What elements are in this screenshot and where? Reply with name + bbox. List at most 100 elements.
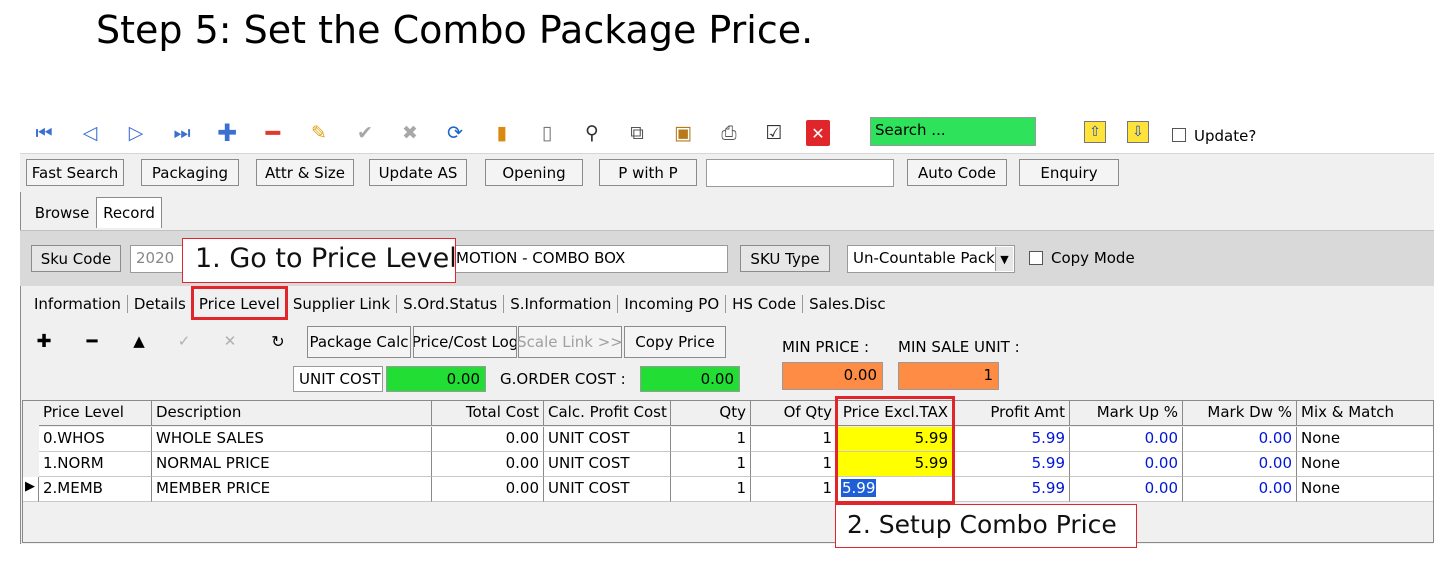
subtab-incoming-po[interactable]: Incoming PO [618,295,727,313]
move-down-icon[interactable]: ⇩ [1127,121,1149,143]
cell-mix-match[interactable]: None [1297,427,1433,452]
refresh-row-icon[interactable]: ↻ [266,328,290,354]
p-with-p-button[interactable]: P with P [599,159,697,186]
post-row-icon[interactable]: ✓ [172,328,196,354]
col-header-mix-match[interactable]: Mix & Match [1297,401,1433,426]
col-header-profit-amt[interactable]: Profit Amt [953,401,1070,426]
move-up-row-icon[interactable]: ▲ [127,328,151,354]
quick-input[interactable] [706,159,894,187]
auto-code-button[interactable]: Auto Code [907,159,1007,186]
cell-mark-dw[interactable]: 0.00 [1183,477,1297,502]
close-window-icon[interactable]: ✕ [806,120,830,146]
cell-total-cost[interactable]: 0.00 [432,452,544,477]
col-header-total-cost[interactable]: Total Cost [432,401,544,426]
cell-description[interactable]: NORMAL PRICE [152,452,432,477]
cell-of-qty[interactable]: 1 [751,477,837,502]
cancel-icon[interactable]: ✖ [398,120,422,146]
find-binoculars-icon[interactable]: ⚲ [580,120,604,146]
tab-browse[interactable]: Browse [28,200,96,226]
col-header-mark-up[interactable]: Mark Up % [1070,401,1183,426]
price-cost-log-button[interactable]: Price/Cost Log [413,326,517,358]
fast-search-button[interactable]: Fast Search [26,159,124,186]
package-calc-button[interactable]: Package Calc [307,326,411,358]
cell-description[interactable]: MEMBER PRICE [152,477,432,502]
col-header-calc-profit-cost[interactable]: Calc. Profit Cost [544,401,671,426]
tab-record[interactable]: Record [96,197,162,228]
cell-profit-amt[interactable]: 5.99 [953,452,1070,477]
cell-qty[interactable]: 1 [671,427,751,452]
col-header-qty[interactable]: Qty [671,401,751,426]
cell-price-level[interactable]: 1.NORM [39,452,152,477]
col-header-mark-dw[interactable]: Mark Dw % [1183,401,1297,426]
cell-calc-profit-cost[interactable]: UNIT COST [544,477,671,502]
add-price-level-icon[interactable]: ✚ [32,328,56,354]
paste-icon[interactable]: ▣ [671,120,695,146]
cell-calc-profit-cost[interactable]: UNIT COST [544,427,671,452]
cell-profit-amt[interactable]: 5.99 [953,477,1070,502]
edit-pencil-icon[interactable]: ✎ [307,120,331,146]
cell-qty[interactable]: 1 [671,452,751,477]
cell-total-cost[interactable]: 0.00 [432,427,544,452]
checklist-icon[interactable]: ☑ [762,120,786,146]
copy-document-icon[interactable]: ▯ [535,120,559,146]
cell-qty[interactable]: 1 [671,477,751,502]
cell-mix-match[interactable]: None [1297,452,1433,477]
opening-button[interactable]: Opening [485,159,583,186]
subtab-s-ord-status[interactable]: S.Ord.Status [397,295,505,313]
cell-mark-up[interactable]: 0.00 [1070,452,1183,477]
update-as-button[interactable]: Update AS [369,159,467,186]
cell-calc-profit-cost[interactable]: UNIT COST [544,452,671,477]
cell-mark-dw[interactable]: 0.00 [1183,452,1297,477]
next-record-icon[interactable]: ▷ [124,120,148,146]
cell-of-qty[interactable]: 1 [751,452,837,477]
cell-mark-up[interactable]: 0.00 [1070,427,1183,452]
delete-icon[interactable]: ━ [261,119,285,147]
subtab-details[interactable]: Details [128,295,193,313]
cell-description[interactable]: WHOLE SALES [152,427,432,452]
cell-price-level[interactable]: 0.WHOS [39,427,152,452]
copy-mode-checkbox[interactable] [1029,251,1043,265]
add-icon[interactable]: ✚ [215,119,239,147]
copy-price-button[interactable]: Copy Price [624,326,726,358]
refresh-icon[interactable]: ⟳ [443,120,467,146]
chevron-down-icon[interactable]: ▼ [995,247,1013,271]
cell-mark-dw[interactable]: 0.00 [1183,427,1297,452]
first-record-icon[interactable]: ⏮ [32,120,56,146]
g-order-cost-field[interactable]: 0.00 [640,366,740,392]
packaging-button[interactable]: Packaging [141,159,239,186]
subtab-sales-disc[interactable]: Sales.Disc [803,295,891,313]
min-price-field[interactable]: 0.00 [782,362,883,390]
attr-size-button[interactable]: Attr & Size [256,159,354,186]
prev-record-icon[interactable]: ◁ [78,120,102,146]
subtab-s-information[interactable]: S.Information [504,295,619,313]
col-header-price-level[interactable]: Price Level [39,401,152,426]
copy-icon[interactable]: ⧉ [625,120,649,146]
delete-price-level-icon[interactable]: ━ [80,328,104,354]
enquiry-button[interactable]: Enquiry [1019,159,1119,186]
cell-of-qty[interactable]: 1 [751,427,837,452]
subtab-supplier-link[interactable]: Supplier Link [287,295,398,313]
sku-description-field[interactable]: MOTION - COMBO BOX [450,245,728,273]
cell-mix-match[interactable]: None [1297,477,1433,502]
col-header-of-qty[interactable]: Of Qty [751,401,837,426]
sku-code-field[interactable]: 2020 [130,245,186,273]
print-icon[interactable]: ⎙ [717,120,741,146]
cell-profit-amt[interactable]: 5.99 [953,427,1070,452]
cell-mark-up[interactable]: 0.00 [1070,477,1183,502]
new-document-icon[interactable]: ▮ [490,120,514,146]
cancel-row-icon[interactable]: ✕ [218,328,242,354]
subtab-information[interactable]: Information [28,295,128,313]
col-header-description[interactable]: Description [152,401,432,426]
update-checkbox[interactable] [1172,128,1186,142]
subtab-hs-code[interactable]: HS Code [726,295,804,313]
cell-total-cost[interactable]: 0.00 [432,477,544,502]
cell-price-level[interactable]: 2.MEMB [39,477,152,502]
min-sale-unit-field[interactable]: 1 [898,362,999,390]
scale-link-button[interactable]: Scale Link >> [517,326,623,358]
unit-cost-field[interactable]: 0.00 [386,366,486,392]
confirm-icon[interactable]: ✔ [353,120,377,146]
last-record-icon[interactable]: ⏭ [170,120,194,146]
sku-type-select[interactable]: Un-Countable Pack [847,245,1015,273]
search-input[interactable]: Search ... [870,117,1036,146]
move-up-icon[interactable]: ⇧ [1084,121,1106,143]
